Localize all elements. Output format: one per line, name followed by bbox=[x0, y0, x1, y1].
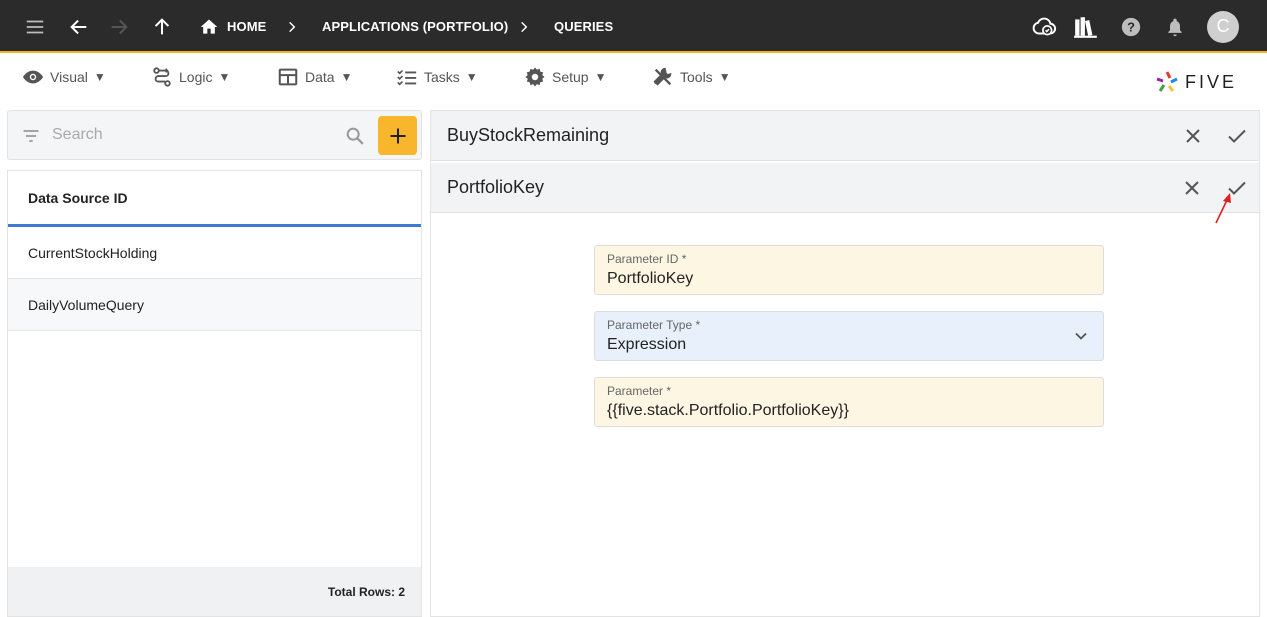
tools-icon bbox=[653, 67, 672, 86]
parameter-id-field[interactable]: Parameter ID * PortfolioKey bbox=[594, 245, 1104, 295]
breadcrumb-queries[interactable]: QUERIES bbox=[554, 0, 613, 53]
field-value[interactable]: Expression bbox=[607, 336, 686, 354]
five-logo-mark-icon bbox=[1156, 71, 1178, 92]
menu-visual[interactable]: Visual ▼ bbox=[22, 62, 106, 92]
menu-label: Logic bbox=[179, 69, 213, 85]
menu-tools[interactable]: Tools ▼ bbox=[652, 62, 731, 92]
table-icon bbox=[278, 68, 298, 86]
chevron-right-icon bbox=[285, 0, 299, 53]
help-icon[interactable]: ? bbox=[1120, 0, 1142, 53]
child-form-header: PortfolioKey bbox=[431, 163, 1259, 213]
up-arrow-icon[interactable] bbox=[151, 0, 173, 53]
menu-tasks[interactable]: Tasks ▼ bbox=[396, 62, 478, 92]
add-button[interactable] bbox=[378, 116, 417, 155]
menu-icon[interactable] bbox=[24, 0, 46, 53]
menu-label: Visual bbox=[50, 69, 88, 85]
menu-label: Data bbox=[305, 69, 335, 85]
close-icon[interactable] bbox=[1181, 124, 1205, 148]
check-icon[interactable] bbox=[1225, 124, 1249, 148]
menu-setup[interactable]: Setup ▼ bbox=[524, 62, 606, 92]
breadcrumb-label: HOME bbox=[227, 19, 267, 34]
home-icon bbox=[200, 19, 218, 34]
data-source-list: Data Source ID CurrentStockHolding Daily… bbox=[7, 170, 422, 617]
top-app-bar: HOME APPLICATIONS (PORTFOLIO) QUERIES ? … bbox=[0, 0, 1267, 53]
search-icon[interactable] bbox=[344, 125, 366, 147]
child-form-title: PortfolioKey bbox=[447, 177, 545, 197]
menu-data[interactable]: Data ▼ bbox=[277, 62, 352, 92]
search-input[interactable]: Search bbox=[52, 126, 103, 144]
total-rows-label: Total Rows: 2 bbox=[8, 567, 421, 616]
parameter-field[interactable]: Parameter * {{five.stack.Portfolio.Portf… bbox=[594, 377, 1104, 427]
caret-down-icon: ▼ bbox=[218, 70, 231, 84]
menu-label: Tools bbox=[680, 69, 713, 85]
parent-form-header: BuyStockRemaining bbox=[431, 111, 1259, 161]
list-column-header[interactable]: Data Source ID bbox=[8, 171, 421, 227]
avatar-letter: C bbox=[1207, 10, 1239, 43]
list-item[interactable]: DailyVolumeQuery bbox=[8, 279, 421, 331]
annotation-arrow-icon bbox=[1215, 193, 1231, 224]
logo-text: FIVE bbox=[1185, 71, 1238, 92]
cloud-check-icon[interactable] bbox=[1031, 0, 1057, 53]
filter-icon[interactable] bbox=[21, 126, 41, 146]
caret-down-icon: ▼ bbox=[340, 70, 353, 84]
field-value[interactable]: PortfolioKey bbox=[607, 270, 693, 288]
field-label: Parameter ID * bbox=[607, 252, 687, 266]
caret-down-icon: ▼ bbox=[594, 70, 607, 84]
parent-form-title: BuyStockRemaining bbox=[447, 125, 610, 145]
breadcrumb-applications[interactable]: APPLICATIONS (PORTFOLIO) bbox=[322, 0, 508, 53]
search-bar: Search bbox=[7, 110, 422, 160]
logic-icon bbox=[153, 67, 171, 87]
field-value[interactable]: {{five.stack.Portfolio.PortfolioKey}} bbox=[607, 402, 849, 420]
bell-icon[interactable] bbox=[1165, 0, 1185, 53]
breadcrumb-label: QUERIES bbox=[554, 19, 614, 34]
breadcrumb-home[interactable]: HOME bbox=[199, 0, 266, 53]
breadcrumb-label: APPLICATIONS (PORTFOLIO) bbox=[322, 19, 509, 34]
plus-icon bbox=[390, 128, 405, 143]
forward-arrow-icon[interactable] bbox=[108, 0, 130, 53]
chevron-right-icon bbox=[517, 0, 531, 53]
eye-icon bbox=[22, 70, 44, 84]
close-icon[interactable] bbox=[1180, 176, 1204, 200]
chevron-down-icon[interactable] bbox=[1071, 326, 1091, 346]
caret-down-icon: ▼ bbox=[465, 70, 478, 84]
menu-logic[interactable]: Logic ▼ bbox=[151, 62, 230, 92]
caret-down-icon: ▼ bbox=[718, 70, 731, 84]
field-label: Parameter * bbox=[607, 384, 672, 398]
back-arrow-icon[interactable] bbox=[68, 0, 90, 53]
checklist-icon bbox=[397, 69, 417, 86]
menu-label: Setup bbox=[552, 69, 589, 85]
field-label: Parameter Type * bbox=[607, 318, 701, 332]
parameter-type-select[interactable]: Parameter Type * Expression bbox=[594, 311, 1104, 361]
list-item[interactable]: CurrentStockHolding bbox=[8, 227, 421, 279]
svg-text:?: ? bbox=[1127, 19, 1135, 34]
gear-icon bbox=[525, 67, 545, 87]
form-panel: BuyStockRemaining PortfolioKey Parameter… bbox=[430, 110, 1260, 617]
five-logo: FIVE bbox=[1155, 70, 1237, 94]
library-icon[interactable] bbox=[1073, 0, 1099, 53]
caret-down-icon: ▼ bbox=[93, 70, 106, 84]
user-avatar[interactable]: C bbox=[1207, 0, 1239, 53]
menu-bar: Visual ▼ Logic ▼ Data ▼ Tasks ▼ Setup ▼ … bbox=[0, 55, 1267, 95]
menu-label: Tasks bbox=[424, 69, 460, 85]
